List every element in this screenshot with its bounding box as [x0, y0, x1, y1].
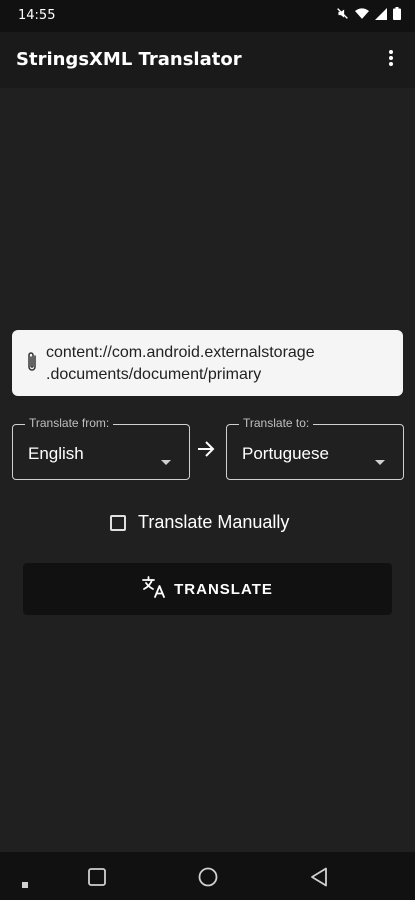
- dropdown-arrow-icon: [161, 450, 171, 469]
- dropdown-arrow-icon: [375, 450, 385, 469]
- file-path-field[interactable]: content://com.android.externalstorage .d…: [12, 330, 403, 396]
- overflow-menu-button[interactable]: [377, 46, 405, 74]
- signal-icon: [375, 7, 387, 20]
- recents-button-icon[interactable]: [88, 868, 106, 890]
- wifi-icon: [355, 7, 369, 20]
- file-path-line-1: content://com.android.externalstorage: [46, 344, 315, 361]
- mute-icon: [336, 7, 349, 20]
- translate-from-value: English: [28, 444, 84, 463]
- translate-to-label: Translate to:: [239, 416, 314, 430]
- translate-manually-row[interactable]: Translate Manually: [110, 512, 289, 533]
- file-path-text: content://com.android.externalstorage .d…: [46, 342, 391, 386]
- arrow-right-icon: [197, 441, 215, 461]
- battery-icon: [393, 7, 401, 20]
- app-bar: StringsXML Translator: [0, 32, 415, 88]
- translate-button[interactable]: TRANSLATE: [23, 563, 392, 615]
- translate-button-label: TRANSLATE: [174, 580, 273, 598]
- status-time: 14:55: [18, 8, 56, 23]
- more-vert-icon: [388, 49, 394, 71]
- file-path-line-2: .documents/document/primary: [46, 366, 262, 383]
- translate-from-label: Translate from:: [25, 416, 114, 430]
- translate-from-select[interactable]: Translate from: English: [12, 416, 190, 480]
- back-button-icon[interactable]: [310, 867, 328, 891]
- paperclip-icon[interactable]: [26, 350, 38, 378]
- translate-to-select[interactable]: Translate to: Portuguese: [226, 416, 404, 480]
- app-screen: 14:55 StringsXML Translator content://co…: [0, 0, 415, 900]
- translate-icon: [142, 576, 166, 602]
- status-icons: [336, 7, 401, 20]
- home-button-icon[interactable]: [198, 867, 218, 891]
- navigation-bar: [0, 852, 415, 900]
- translate-manually-label: Translate Manually: [138, 512, 290, 532]
- translate-manually-checkbox[interactable]: [110, 514, 126, 531]
- app-title: StringsXML Translator: [16, 49, 242, 70]
- translate-to-value: Portuguese: [242, 444, 329, 463]
- nav-dot-icon[interactable]: [22, 873, 28, 892]
- status-bar: 14:55: [0, 0, 415, 32]
